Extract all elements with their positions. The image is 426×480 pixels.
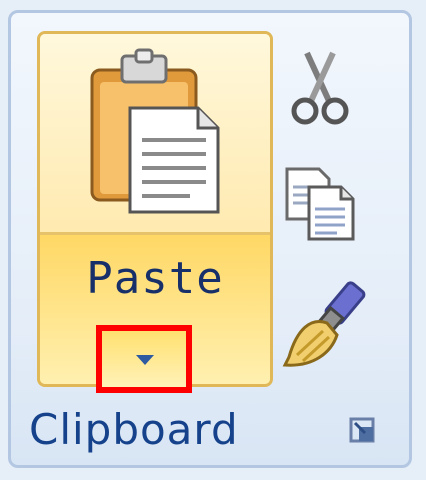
clipboard-group: Paste Clipboard bbox=[8, 10, 412, 468]
group-label: Clipboard bbox=[29, 405, 239, 454]
paste-label: Paste bbox=[86, 253, 224, 304]
dialog-launcher-icon[interactable] bbox=[349, 417, 377, 445]
scissors-icon[interactable] bbox=[285, 49, 355, 129]
chevron-down-icon bbox=[136, 355, 154, 365]
clipboard-icon bbox=[90, 48, 220, 214]
paste-button[interactable]: Paste bbox=[37, 31, 273, 393]
paste-dropdown-area[interactable]: Paste bbox=[40, 235, 270, 393]
paste-main-button[interactable] bbox=[40, 34, 270, 235]
copy-icon[interactable] bbox=[281, 163, 361, 243]
paste-dropdown-button[interactable] bbox=[96, 325, 192, 393]
paintbrush-icon[interactable] bbox=[279, 279, 375, 375]
